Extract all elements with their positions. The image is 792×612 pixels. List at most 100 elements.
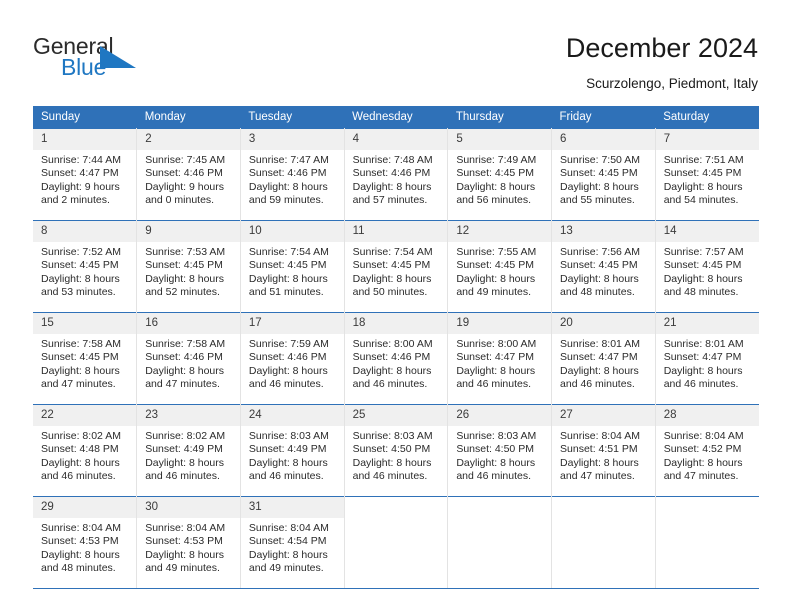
sunrise-text: Sunrise: 7:53 AM (145, 246, 226, 258)
page-title: December 2024 (565, 33, 758, 63)
day-cell[interactable]: 28 Sunrise: 8:04 AM Sunset: 4:52 PM Dayl… (654, 404, 759, 497)
day-number (655, 497, 759, 518)
day-cell[interactable]: 12 Sunrise: 7:55 AM Sunset: 4:45 PM Dayl… (447, 220, 553, 313)
daylight-text-line1: Daylight: 9 hours (41, 180, 120, 193)
day-cell[interactable]: 18 Sunrise: 8:00 AM Sunset: 4:46 PM Dayl… (343, 312, 449, 405)
day-cell[interactable]: 22 Sunrise: 8:02 AM Sunset: 4:48 PM Dayl… (33, 404, 138, 497)
daylight-text-line2: and 46 minutes. (663, 378, 739, 391)
sunset-text: Sunset: 4:49 PM (248, 443, 327, 456)
day-cell[interactable]: 29 Sunrise: 8:04 AM Sunset: 4:53 PM Dayl… (33, 496, 138, 589)
day-cell[interactable]: 30 Sunrise: 8:04 AM Sunset: 4:53 PM Dayl… (136, 496, 241, 589)
day-number (344, 497, 448, 518)
general-blue-logo[interactable]: General Blue (33, 33, 153, 83)
day-cell[interactable]: 25 Sunrise: 8:03 AM Sunset: 4:50 PM Dayl… (343, 404, 449, 497)
day-cell[interactable]: 27 Sunrise: 8:04 AM Sunset: 4:51 PM Dayl… (551, 404, 656, 497)
day-cell[interactable]: 9 Sunrise: 7:53 AM Sunset: 4:45 PM Dayli… (136, 220, 241, 313)
daylight-text-line1: Daylight: 8 hours (248, 180, 328, 193)
day-cell[interactable]: 23 Sunrise: 8:02 AM Sunset: 4:49 PM Dayl… (136, 404, 241, 497)
day-cell[interactable]: 8 Sunrise: 7:52 AM Sunset: 4:45 PM Dayli… (33, 220, 138, 313)
daylight-text-line1: Daylight: 8 hours (663, 456, 743, 469)
daylight-text-line2: and 55 minutes. (560, 194, 635, 207)
weekday-header-friday: Friday (551, 106, 656, 129)
day-details: Sunrise: 8:04 AM Sunset: 4:54 PM Dayligh… (241, 518, 344, 576)
daylight-text-line1: Daylight: 8 hours (560, 364, 639, 377)
daylight-text-line1: Daylight: 8 hours (352, 272, 432, 285)
sunset-text: Sunset: 4:49 PM (145, 443, 223, 456)
day-cell[interactable]: 31 Sunrise: 8:04 AM Sunset: 4:54 PM Dayl… (239, 496, 345, 589)
day-number: 26 (448, 405, 552, 426)
sunrise-text: Sunrise: 7:56 AM (560, 246, 640, 258)
daylight-text-line2: and 52 minutes. (145, 286, 220, 299)
daylight-text-line1: Daylight: 8 hours (663, 364, 743, 377)
day-cell[interactable]: 24 Sunrise: 8:03 AM Sunset: 4:49 PM Dayl… (239, 404, 345, 497)
day-details: Sunrise: 8:01 AM Sunset: 4:47 PM Dayligh… (552, 334, 655, 392)
day-details: Sunrise: 7:58 AM Sunset: 4:45 PM Dayligh… (33, 334, 136, 392)
sunset-text: Sunset: 4:45 PM (41, 351, 119, 364)
day-details: Sunrise: 7:56 AM Sunset: 4:45 PM Dayligh… (552, 242, 655, 300)
daylight-text-line1: Daylight: 8 hours (456, 272, 536, 285)
day-number: 16 (137, 313, 240, 334)
sunset-text: Sunset: 4:45 PM (352, 259, 431, 272)
day-cell[interactable]: 1 Sunrise: 7:44 AM Sunset: 4:47 PM Dayli… (33, 128, 138, 221)
day-cell[interactable]: 15 Sunrise: 7:58 AM Sunset: 4:45 PM Dayl… (33, 312, 138, 405)
daylight-text-line1: Daylight: 8 hours (41, 548, 120, 561)
calendar-week-row: 29 Sunrise: 8:04 AM Sunset: 4:53 PM Dayl… (33, 496, 759, 589)
day-number: 1 (33, 129, 137, 150)
day-cell[interactable]: 21 Sunrise: 8:01 AM Sunset: 4:47 PM Dayl… (654, 312, 759, 405)
sunset-text: Sunset: 4:46 PM (248, 167, 327, 180)
daylight-text-line2: and 46 minutes. (456, 470, 532, 483)
day-number: 9 (137, 221, 240, 242)
sunrise-text: Sunrise: 7:55 AM (456, 246, 537, 258)
day-number (448, 497, 552, 518)
sunset-text: Sunset: 4:53 PM (41, 535, 119, 548)
day-details: Sunrise: 7:52 AM Sunset: 4:45 PM Dayligh… (33, 242, 136, 300)
day-cell[interactable]: 26 Sunrise: 8:03 AM Sunset: 4:50 PM Dayl… (447, 404, 553, 497)
daylight-text-line2: and 46 minutes. (352, 378, 428, 391)
day-cell[interactable]: 4 Sunrise: 7:48 AM Sunset: 4:46 PM Dayli… (343, 128, 449, 221)
day-cell[interactable]: 7 Sunrise: 7:51 AM Sunset: 4:45 PM Dayli… (654, 128, 759, 221)
day-cell[interactable]: 11 Sunrise: 7:54 AM Sunset: 4:45 PM Dayl… (343, 220, 449, 313)
day-cell[interactable]: 14 Sunrise: 7:57 AM Sunset: 4:45 PM Dayl… (654, 220, 759, 313)
day-details: Sunrise: 7:57 AM Sunset: 4:45 PM Dayligh… (656, 242, 759, 300)
day-cell[interactable]: 3 Sunrise: 7:47 AM Sunset: 4:46 PM Dayli… (239, 128, 345, 221)
sunrise-text: Sunrise: 7:50 AM (560, 154, 640, 166)
day-cell[interactable]: 19 Sunrise: 8:00 AM Sunset: 4:47 PM Dayl… (447, 312, 553, 405)
day-cell[interactable]: 6 Sunrise: 7:50 AM Sunset: 4:45 PM Dayli… (551, 128, 656, 221)
daylight-text-line2: and 56 minutes. (456, 194, 532, 207)
daylight-text-line2: and 46 minutes. (248, 378, 324, 391)
day-details: Sunrise: 8:02 AM Sunset: 4:48 PM Dayligh… (33, 426, 136, 484)
day-cell[interactable]: 5 Sunrise: 7:49 AM Sunset: 4:45 PM Dayli… (447, 128, 553, 221)
sunrise-text: Sunrise: 8:04 AM (248, 522, 329, 534)
calendar-week-row: 1 Sunrise: 7:44 AM Sunset: 4:47 PM Dayli… (33, 128, 759, 221)
sunset-text: Sunset: 4:45 PM (560, 259, 638, 272)
sunrise-text: Sunrise: 7:57 AM (663, 246, 744, 258)
daylight-text-line1: Daylight: 9 hours (145, 180, 224, 193)
day-cell[interactable]: 10 Sunrise: 7:54 AM Sunset: 4:45 PM Dayl… (239, 220, 345, 313)
daylight-text-line2: and 48 minutes. (560, 286, 635, 299)
day-cell[interactable]: 16 Sunrise: 7:58 AM Sunset: 4:46 PM Dayl… (136, 312, 241, 405)
daylight-text-line1: Daylight: 8 hours (41, 456, 120, 469)
sunrise-text: Sunrise: 7:48 AM (352, 154, 433, 166)
day-cell[interactable]: 13 Sunrise: 7:56 AM Sunset: 4:45 PM Dayl… (551, 220, 656, 313)
logo-text-blue: Blue (61, 54, 107, 80)
daylight-text-line1: Daylight: 8 hours (145, 364, 224, 377)
sunset-text: Sunset: 4:45 PM (145, 259, 223, 272)
sunrise-text: Sunrise: 8:00 AM (352, 338, 433, 350)
daylight-text-line2: and 46 minutes. (41, 470, 116, 483)
sunrise-text: Sunrise: 8:01 AM (560, 338, 640, 350)
daylight-text-line1: Daylight: 8 hours (663, 272, 743, 285)
daylight-text-line2: and 49 minutes. (248, 562, 324, 575)
day-number: 13 (552, 221, 655, 242)
day-details: Sunrise: 8:00 AM Sunset: 4:46 PM Dayligh… (345, 334, 448, 392)
day-details: Sunrise: 7:45 AM Sunset: 4:46 PM Dayligh… (137, 150, 240, 208)
sunset-text: Sunset: 4:48 PM (41, 443, 119, 456)
day-cell[interactable]: 20 Sunrise: 8:01 AM Sunset: 4:47 PM Dayl… (551, 312, 656, 405)
day-cell[interactable]: 17 Sunrise: 7:59 AM Sunset: 4:46 PM Dayl… (239, 312, 345, 405)
daylight-text-line2: and 46 minutes. (560, 378, 635, 391)
daylight-text-line1: Daylight: 8 hours (145, 548, 224, 561)
page-header: General Blue December 2024 Scurzolengo, … (0, 0, 792, 100)
weekday-header-row: Sunday Monday Tuesday Wednesday Thursday… (33, 106, 759, 129)
weekday-header-monday: Monday (136, 106, 241, 129)
day-cell[interactable]: 2 Sunrise: 7:45 AM Sunset: 4:46 PM Dayli… (136, 128, 241, 221)
page-subtitle: Scurzolengo, Piedmont, Italy (586, 76, 758, 91)
